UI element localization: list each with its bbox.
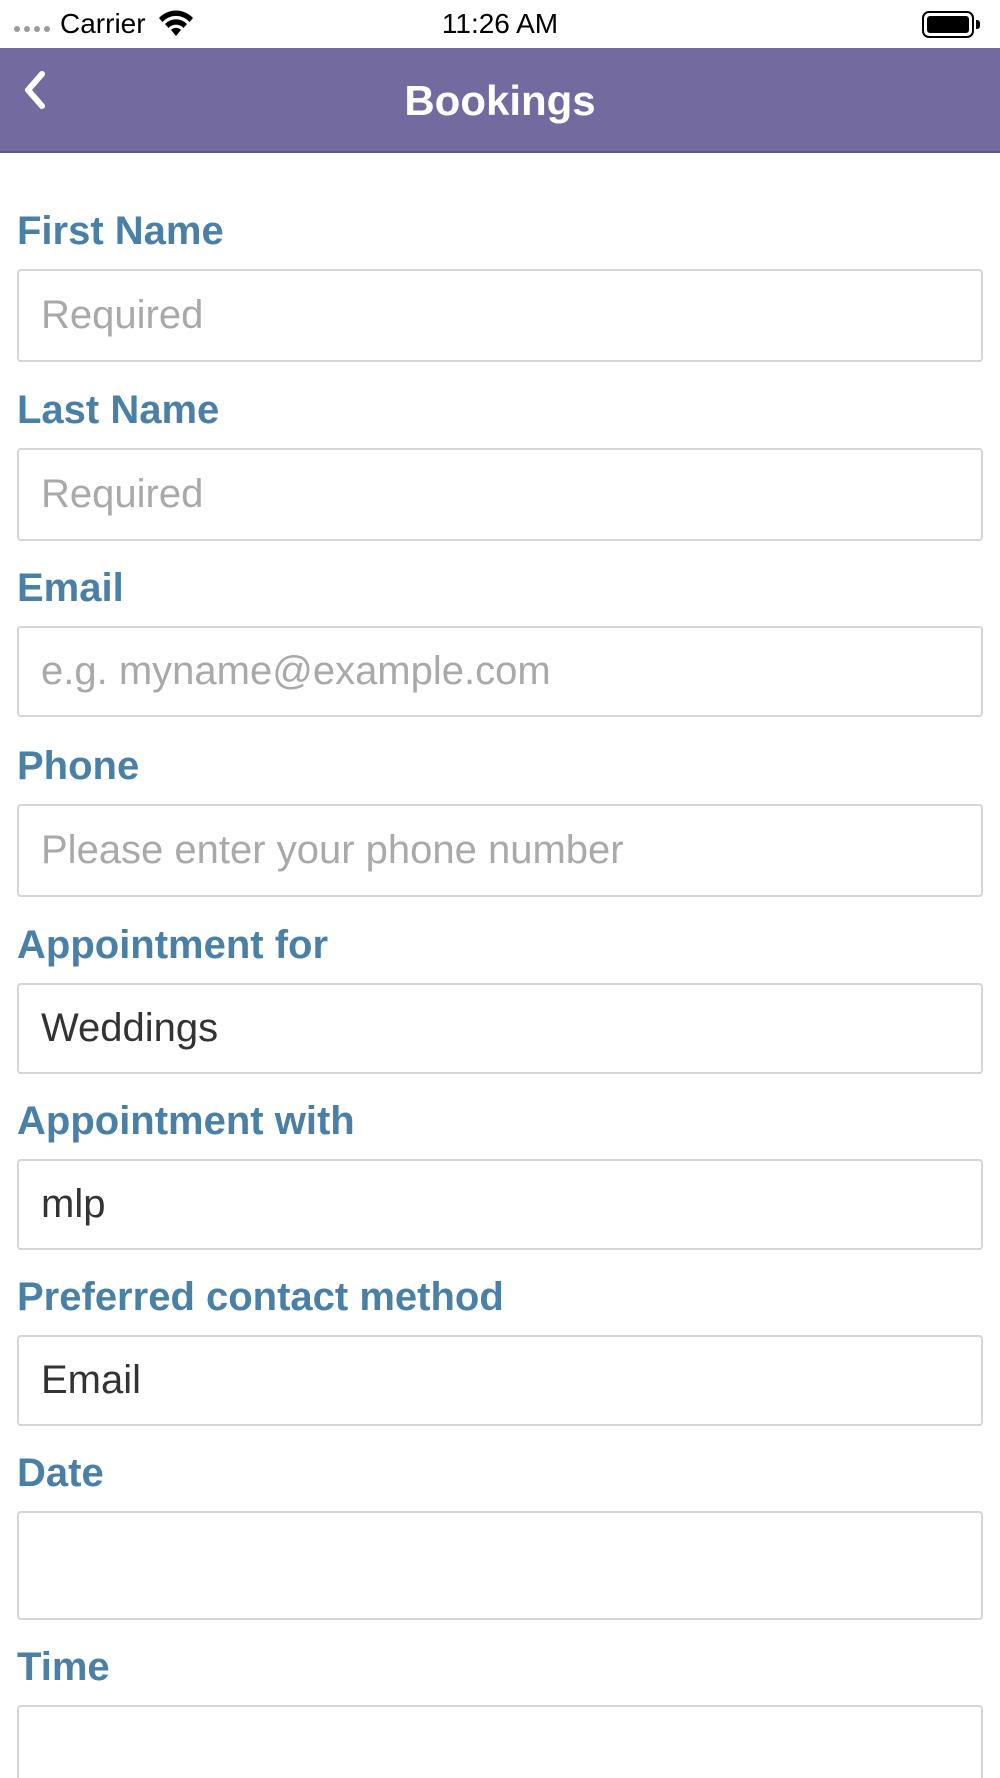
navigation-bar: Bookings [0,48,1000,153]
contact-method-label: Preferred contact method [17,1275,504,1319]
appointment-with-select[interactable]: mlp [17,1159,983,1250]
appointment-with-label: Appointment with [17,1099,355,1143]
time-input[interactable] [17,1705,983,1778]
status-time: 11:26 AM [441,8,559,39]
first-name-label: First Name [17,209,224,253]
date-input[interactable] [17,1511,983,1620]
appointment-for-label: Appointment for [17,923,329,967]
appointment-for-select[interactable]: Weddings [17,983,983,1074]
time-label: Time [17,1645,110,1689]
battery-icon [922,11,980,38]
last-name-input[interactable]: Required [17,448,983,541]
phone-label: Phone [17,744,140,788]
page-title: Bookings [404,77,596,124]
contact-method-select[interactable]: Email [17,1335,983,1426]
email-input[interactable]: e.g. myname@example.com [17,626,983,717]
status-bar: Carrier 11:26 AM [0,0,1000,48]
phone-input[interactable]: Please enter your phone number [17,804,983,897]
last-name-label: Last Name [17,388,220,432]
date-label: Date [17,1451,104,1495]
email-label: Email [17,566,124,610]
first-name-input[interactable]: Required [17,269,983,362]
